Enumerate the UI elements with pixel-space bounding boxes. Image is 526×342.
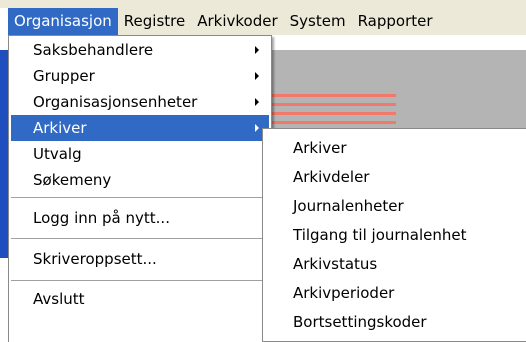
menu-item-saksbehandlere[interactable]: Saksbehandlere [11, 37, 269, 63]
menu-item-label: Utvalg [33, 145, 82, 163]
logo-stripe [262, 112, 396, 115]
submenu-item-tilgang-til-journalenhet[interactable]: Tilgang til journalenhet [265, 222, 525, 248]
menubar-organisasjon[interactable]: Organisasjon [8, 8, 118, 35]
logo-stripe [262, 103, 396, 106]
organisasjon-menu: Saksbehandlere Grupper Organisasjonsenhe… [8, 35, 272, 342]
menu-item-label: Skriveroppsett... [33, 250, 157, 268]
menubar-system[interactable]: System [284, 8, 352, 35]
menu-separator [11, 238, 269, 240]
menubar-registre[interactable]: Registre [118, 8, 191, 35]
menu-item-label: Saksbehandlere [33, 41, 154, 59]
submenu-item-arkiver[interactable]: Arkiver [265, 135, 525, 161]
menu-item-label: Arkiver [293, 139, 347, 157]
submenu-item-journalenheter[interactable]: Journalenheter [265, 193, 525, 219]
menu-item-avslutt[interactable]: Avslutt [11, 286, 269, 312]
menu-item-label: Arkivdeler [293, 168, 370, 186]
submenu-item-arkivperioder[interactable]: Arkivperioder [265, 280, 525, 306]
menu-item-label: Grupper [33, 67, 95, 85]
submenu-arrow-icon [255, 98, 259, 106]
menu-item-label: Avslutt [33, 290, 85, 308]
submenu-item-bortsettingskoder[interactable]: Bortsettingskoder [265, 309, 525, 335]
menu-item-utvalg[interactable]: Utvalg [11, 141, 269, 167]
menu-item-organisasjonsenheter[interactable]: Organisasjonsenheter [11, 89, 269, 115]
menu-item-label: Arkivstatus [293, 255, 378, 273]
submenu-arrow-icon [255, 46, 259, 54]
menu-separator [11, 197, 269, 199]
menu-item-label: Logg inn på nytt... [33, 209, 170, 227]
menu-item-arkiver[interactable]: Arkiver [11, 115, 269, 141]
arkiver-submenu: Arkiver Arkivdeler Journalenheter Tilgan… [262, 128, 526, 342]
menu-item-sokemeny[interactable]: Søkemeny [11, 167, 269, 193]
menubar: Organisasjon Registre Arkivkoder System … [8, 8, 526, 35]
menu-item-label: Søkemeny [33, 171, 112, 189]
logo-stripe [262, 94, 396, 97]
menu-item-label: Journalenheter [293, 197, 404, 215]
logo-stripe [262, 121, 396, 124]
submenu-item-arkivstatus[interactable]: Arkivstatus [265, 251, 525, 277]
submenu-item-arkivdeler[interactable]: Arkivdeler [265, 164, 525, 190]
submenu-arrow-icon [255, 124, 259, 132]
menu-item-label: Arkiver [33, 119, 87, 137]
menubar-rapporter[interactable]: Rapporter [352, 8, 439, 35]
menubar-arkivkoder[interactable]: Arkivkoder [191, 8, 283, 35]
menu-item-label: Arkivperioder [293, 284, 395, 302]
submenu-arrow-icon [255, 72, 259, 80]
menu-item-label: Bortsettingskoder [293, 313, 427, 331]
menu-item-logg-inn[interactable]: Logg inn på nytt... [11, 205, 269, 231]
menu-separator [11, 280, 269, 282]
menu-item-grupper[interactable]: Grupper [11, 63, 269, 89]
logo-stripes [262, 94, 396, 130]
window-top-strip [0, 0, 526, 8]
menu-item-skriveroppsett[interactable]: Skriveroppsett... [11, 246, 269, 272]
menu-item-label: Organisasjonsenheter [33, 93, 198, 111]
menu-item-label: Tilgang til journalenhet [293, 226, 467, 244]
